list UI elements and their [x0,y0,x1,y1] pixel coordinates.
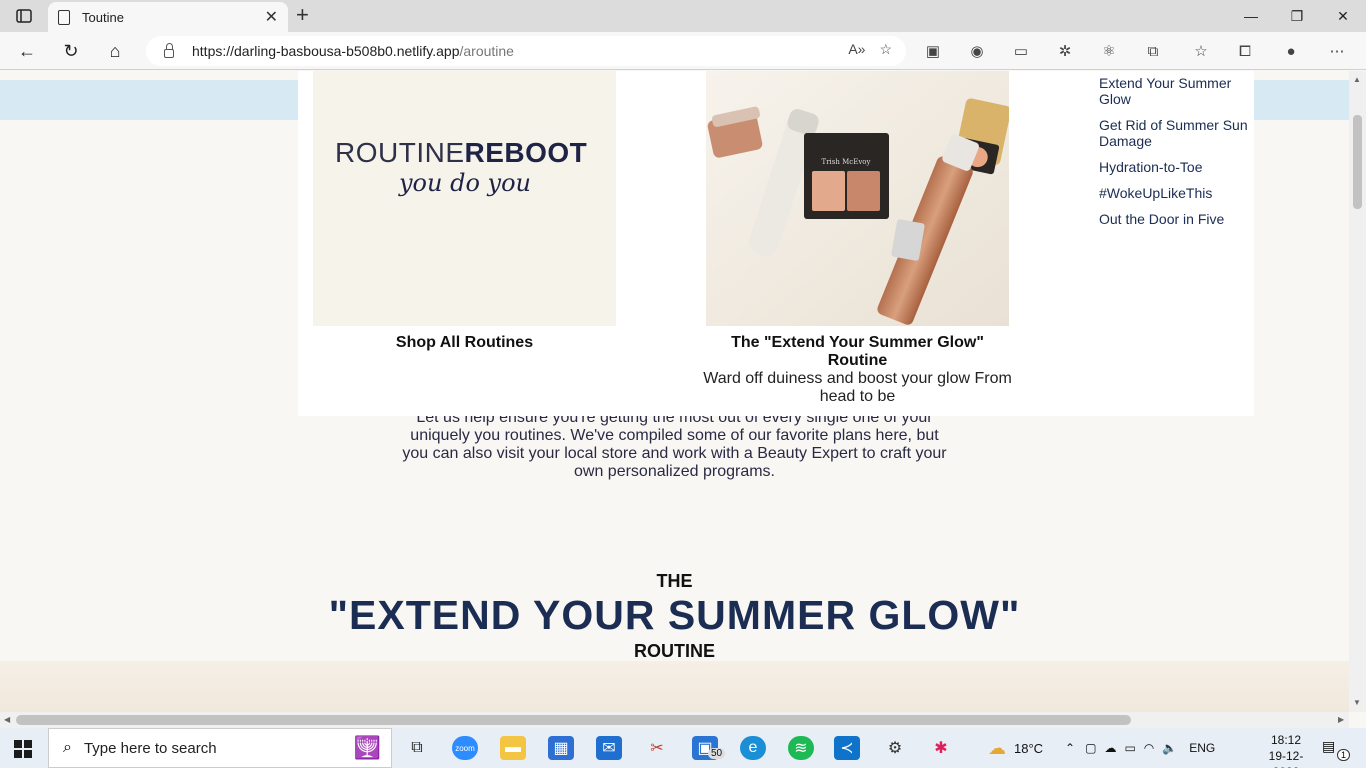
search-placeholder: Type here to search [83,739,217,757]
file-explorer-icon[interactable]: ▬ [500,736,526,760]
page-icon [58,9,70,25]
screen-icon[interactable]: ▭ [1010,41,1032,61]
address-bar: ← ↻ ⌂ https://darling-basbousa-b508b0.ne… [0,32,1366,70]
store-icon[interactable]: ▦ [548,736,574,760]
summer-glow-products-image[interactable]: Trish McEvoy [706,71,1009,326]
horizontal-scrollbar[interactable]: ◀ ▶ [0,712,1349,728]
slack-icon[interactable]: ✱ [928,736,954,760]
refresh-button[interactable]: ↻ [58,39,84,63]
edge-icon[interactable]: e [740,736,766,760]
mail-icon[interactable]: ✉ [596,736,622,760]
routine-link[interactable]: Extend Your Summer Glow [1099,75,1249,107]
system-tray: ☁ 18°C ⌃ ▢ ☁ ▭ ◠ 🔈 ENG [988,728,1215,768]
task-view-icon[interactable]: ⧉ [404,736,430,760]
home-button[interactable]: ⌂ [102,39,128,63]
routine-reboot-logo: ROUTINEREBOOT [335,137,588,168]
profile-avatar[interactable]: ● [1280,41,1302,61]
routine-link[interactable]: #WokeUpLikeThis [1099,185,1249,201]
card-caption[interactable]: The "Extend Your Summer Glow" Routine [706,334,1009,370]
url-actions: A» ☆ [848,41,892,58]
page-viewport: Let us help ensure you're getting the mo… [0,71,1349,712]
windows-taskbar: ⌕ Type here to search 🕎 ⧉ zoom ▬ ▦ ✉ ✂ ▣… [0,728,1366,768]
url-field[interactable]: https://darling-basbousa-b508b0.netlify.… [146,36,906,66]
settings-gear-icon[interactable]: ⚙ [882,736,908,760]
tab-bar: Toutine ✕ + — ❐ ✕ [0,0,1366,32]
lock-icon[interactable] [164,42,174,58]
start-button[interactable] [14,740,32,758]
close-tab-icon[interactable]: ✕ [265,7,278,27]
routine-link[interactable]: Out the Door in Five [1099,211,1249,227]
horizontal-scroll-thumb[interactable] [16,715,1131,725]
onedrive-icon[interactable]: ☁ [1104,741,1116,755]
hero-pre: THE [656,571,693,591]
clock-date: 19-12-2022 [1268,749,1304,768]
products-illustration: Trish McEvoy [706,71,1009,326]
wifi-icon[interactable]: ◠ [1144,741,1154,755]
volume-icon[interactable]: 🔈 [1162,741,1177,755]
vscode-icon[interactable]: ≺ [834,736,860,760]
zoom-icon[interactable]: zoom [452,736,478,760]
extension-icon[interactable]: ▣ [922,41,944,61]
card-caption[interactable]: Shop All Routines [313,334,616,352]
search-icon: ⌕ [63,739,72,756]
minimize-button[interactable]: — [1228,0,1274,32]
extensions-puzzle-icon[interactable]: ⧉ [1142,41,1164,61]
clock[interactable]: 18:12 19-12-2022 [1256,732,1316,768]
scroll-left-icon[interactable]: ◀ [4,715,10,724]
routine-links-list: Extend Your Summer Glow Get Rid of Summe… [1099,75,1249,237]
routines-dropdown-menu: ROUTINEREBOOT you do you Shop All Routin… [298,71,1254,416]
card-description: Ward off duiness and boost your glow Fro… [703,370,1012,405]
restore-button[interactable]: ❐ [1274,0,1320,32]
network-drive-icon[interactable]: ▢ [1085,741,1096,755]
tab-title: Toutine [82,9,124,25]
menu-card-shop-all[interactable]: ROUTINEREBOOT you do you Shop All Routin… [313,71,616,352]
spotify-icon[interactable]: ≋ [788,736,814,760]
menu-card-summer-glow[interactable]: Trish McEvoy The "Extend Your Summer Glo… [703,71,1012,406]
weather-temp[interactable]: 18°C [1014,741,1043,756]
back-button[interactable]: ← [14,39,40,63]
notification-count: 1 [1337,749,1351,761]
svg-text:Trish McEvoy: Trish McEvoy [822,158,871,166]
language-indicator[interactable]: ENG [1189,741,1215,755]
taskbar-search[interactable]: ⌕ Type here to search 🕎 [48,728,392,768]
routine-reboot-tagline: you do you [399,169,531,197]
routine-reboot-image[interactable]: ROUTINEREBOOT you do you [313,71,616,326]
intro-paragraph: Let us help ensure you're getting the mo… [402,409,947,480]
scroll-right-icon[interactable]: ▶ [1338,715,1344,724]
tab-actions-icon[interactable] [10,6,38,26]
battery-icon[interactable]: ▭ [1124,741,1135,755]
scroll-up-icon[interactable]: ▲ [1353,75,1361,84]
close-window-button[interactable]: ✕ [1320,0,1366,32]
app-badge: 50 [708,748,726,759]
vertical-scroll-thumb[interactable] [1353,115,1362,209]
routine-link[interactable]: Hydration-to-Toe [1099,159,1249,175]
scroll-down-icon[interactable]: ▼ [1353,698,1361,707]
chevron-up-icon[interactable]: ⌃ [1065,741,1075,755]
grammarly-icon[interactable]: ◉ [966,41,988,61]
react-devtools-icon[interactable]: ⚛ [1098,41,1120,61]
favorites-icon[interactable]: ☆ [1190,41,1212,61]
read-aloud-icon[interactable]: A» [848,41,865,58]
hero-title: "EXTEND YOUR SUMMER GLOW" [328,592,1021,638]
weather-icon[interactable]: ☁ [988,738,1006,759]
routine-link[interactable]: Get Rid of Summer Sun Damage [1099,117,1249,149]
clock-time: 18:12 [1270,733,1302,747]
collections-icon[interactable]: ⧠ [1234,41,1256,61]
snipping-tool-icon[interactable]: ✂ [644,736,670,760]
vertical-scrollbar[interactable]: ▲ ▼ [1349,71,1366,712]
more-menu-icon[interactable]: ⋯ [1326,41,1348,61]
browser-tab[interactable]: Toutine ✕ [48,2,288,32]
bug-icon[interactable]: ✲ [1054,41,1076,61]
menorah-icon[interactable]: 🕎 [354,735,381,761]
favorite-add-icon[interactable]: ☆ [879,41,892,58]
hero-post: ROUTINE [634,641,715,661]
url-text: https://darling-basbousa-b508b0.netlify.… [192,43,514,59]
hero-image [0,661,1349,712]
new-tab-button[interactable]: + [296,4,316,28]
